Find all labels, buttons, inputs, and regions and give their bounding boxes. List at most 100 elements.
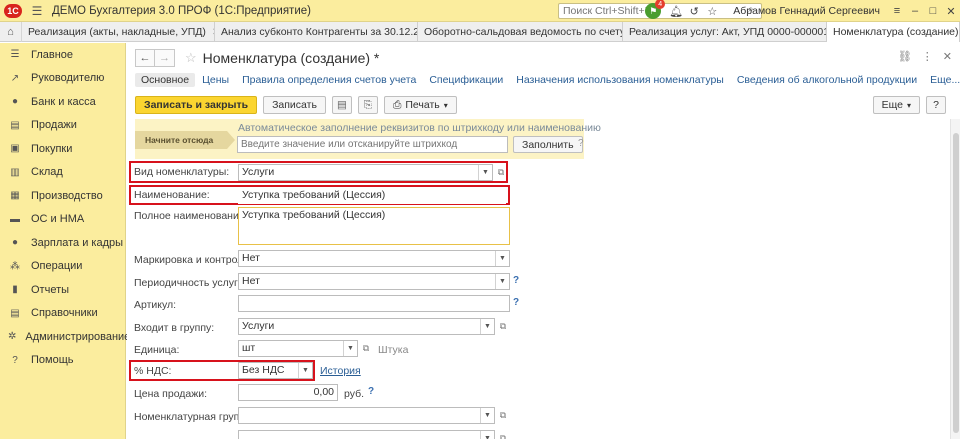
more-button[interactable]: Еще ▾ — [872, 96, 920, 114]
sidebar-item-operations[interactable]: ⁂ Операции — [0, 255, 125, 279]
periodicity-help-icon[interactable]: ? — [513, 275, 519, 286]
price-help-icon[interactable]: ? — [368, 386, 374, 397]
chevron-down-icon[interactable]: ▼ — [298, 363, 312, 378]
link-prices[interactable]: Цены — [202, 74, 229, 86]
menu-icon[interactable]: ☰ — [26, 0, 48, 22]
price-label: Цена продажи: — [134, 388, 208, 400]
chevron-down-icon[interactable]: ▼ — [480, 431, 494, 439]
app-logo: 1С — [0, 0, 26, 22]
sidebar-item-salary[interactable]: ● Зарплата и кадры — [0, 231, 125, 255]
group-field[interactable]: Услуги ▼ — [238, 318, 495, 335]
close-icon[interactable]: ✕ — [942, 0, 960, 22]
sidebar-item-label: Администрирование — [25, 330, 131, 343]
notifications-icon[interactable]: ⚑ 4 — [645, 0, 666, 19]
sidebar-item-warehouse[interactable]: ▥ Склад — [0, 161, 125, 185]
maximize-icon[interactable]: □ — [924, 0, 942, 22]
fill-button[interactable]: Заполнить — [513, 136, 583, 153]
nomgroup-field[interactable]: ▼ — [238, 407, 495, 424]
close-form-icon[interactable]: ✕ — [943, 50, 952, 63]
chevron-down-icon[interactable]: ▼ — [343, 341, 357, 356]
list-icon[interactable]: ▤ — [331, 96, 352, 114]
link-icon[interactable]: ⛓ — [898, 50, 912, 63]
tab-sales[interactable]: Реализация (акты, накладные, УПД)✕ — [22, 22, 215, 42]
barcode-help-icon[interactable]: ? — [578, 138, 584, 149]
save-button[interactable]: Записать — [263, 96, 326, 114]
open-icon[interactable]: ⧉ — [494, 164, 508, 181]
link-main[interactable]: Основное — [135, 73, 196, 87]
scrollbar-thumb[interactable] — [953, 133, 959, 433]
minimize-icon[interactable]: – — [906, 0, 924, 22]
history-link[interactable]: История — [320, 365, 361, 377]
marking-field[interactable]: Нет ▼ — [238, 250, 510, 267]
open-icon[interactable]: ⧉ — [496, 430, 510, 439]
favorite-icon[interactable]: ☆ — [703, 0, 721, 22]
user-name[interactable]: Абрамов Геннадий Сергеевич — [733, 5, 880, 17]
sidebar-item-manager[interactable]: ↗ Руководителю — [0, 67, 125, 91]
favorite-star-icon[interactable]: ☆ — [185, 50, 197, 66]
home-icon[interactable]: ⌂ — [0, 22, 22, 42]
tab-label: Реализация (акты, накладные, УПД) — [28, 26, 206, 38]
chevron-down-icon[interactable]: ▼ — [495, 251, 509, 266]
more-label: Еще — [881, 99, 903, 111]
print-button[interactable]: ⎙ Печать ▾ — [383, 96, 457, 114]
sidebar-item-production[interactable]: ▦ Производство — [0, 184, 125, 208]
sidebar-item-assets[interactable]: ▬ ОС и НМА — [0, 208, 125, 232]
unit-name: Штука — [378, 344, 409, 356]
open-icon[interactable]: ⧉ — [496, 318, 510, 335]
back-button[interactable]: ← — [135, 49, 155, 67]
history-icon[interactable]: ↺ — [685, 0, 703, 22]
chevron-down-icon[interactable]: ▼ — [478, 165, 492, 180]
chevron-down-icon[interactable]: ▼ — [480, 408, 494, 423]
link-accounts-rules[interactable]: Правила определения счетов учета — [242, 74, 416, 86]
name-field[interactable]: Уступка требований (Цессия) — [238, 187, 506, 204]
tab-sales-doc[interactable]: Реализация услуг: Акт, УПД 0000-000001 о… — [623, 22, 827, 42]
attachment-icon[interactable]: ⎘ — [357, 96, 378, 114]
next-field[interactable]: ▼ — [238, 430, 495, 439]
link-more-label: Еще... — [930, 74, 960, 86]
unit-field[interactable]: шт ▼ — [238, 340, 358, 357]
save-and-close-button[interactable]: Записать и закрыть — [135, 96, 258, 114]
sidebar-item-admin[interactable]: ✲ Администрирование — [0, 325, 130, 349]
open-icon[interactable]: ⧉ — [496, 407, 510, 424]
sidebar-item-reports[interactable]: ▮ Отчеты — [0, 278, 125, 302]
group-label: Входит в группу: — [134, 322, 215, 334]
article-help-icon[interactable]: ? — [513, 297, 519, 308]
sidebar-item-label: Помощь — [31, 354, 74, 367]
periodicity-field[interactable]: Нет ▼ — [238, 273, 510, 290]
sidebar-item-bank[interactable]: ● Банк и касса — [0, 90, 125, 114]
assets-icon: ▬ — [10, 213, 20, 225]
more-icon[interactable]: ⋮ — [922, 50, 933, 63]
sidebar-item-purchases[interactable]: ▣ Покупки — [0, 137, 125, 161]
sidebar-item-main[interactable]: ☰ Главное — [0, 43, 125, 67]
print-label: Печать — [405, 99, 440, 111]
scrollbar[interactable] — [950, 119, 960, 439]
forward-button[interactable]: → — [155, 49, 175, 67]
chevron-down-icon: ▾ — [443, 100, 448, 110]
bell-icon[interactable]: 🔔︎ — [667, 0, 685, 22]
sidebar-item-sales[interactable]: ▤ Продажи — [0, 114, 125, 138]
tab-analysis[interactable]: Анализ субконто Контрагенты за 30.12.20.… — [215, 22, 418, 42]
article-field[interactable] — [238, 295, 510, 312]
tab-osv[interactable]: Оборотно-сальдовая ведомость по счету ..… — [418, 22, 623, 42]
settings-icon[interactable]: ≡ — [888, 0, 906, 22]
sidebar-item-label: Руководителю — [31, 72, 105, 85]
link-alcohol[interactable]: Сведения об алкогольной продукции — [737, 74, 917, 86]
price-field[interactable]: 0,00 — [238, 384, 338, 401]
sidebar-item-catalogs[interactable]: ▤ Справочники — [0, 302, 125, 326]
full-name-field[interactable]: Уступка требований (Цессия) — [238, 207, 510, 245]
link-specifications[interactable]: Спецификации — [429, 74, 503, 86]
sidebar: ☰ Главное ↗ Руководителю ● Банк и касса ▤ Пр… — [0, 43, 130, 439]
chevron-down-icon[interactable]: ▼ — [495, 274, 509, 289]
barcode-input[interactable] — [237, 136, 508, 153]
help-icon: ? — [12, 354, 18, 366]
tab-nomenclature[interactable]: Номенклатура (создание) *✕ — [827, 22, 960, 42]
vat-field[interactable]: Без НДС ▼ — [238, 362, 313, 379]
help-button[interactable]: ? — [926, 96, 946, 114]
chevron-down-icon[interactable]: ▼ — [480, 319, 494, 334]
name-value: Уступка требований (Цессия) — [242, 189, 386, 201]
link-more[interactable]: Еще... ▾ — [930, 74, 960, 86]
kind-field[interactable]: Услуги ▼ — [238, 164, 493, 181]
sidebar-item-help[interactable]: ? Помощь — [0, 349, 125, 373]
open-icon[interactable]: ⧉ — [359, 340, 373, 357]
link-usage[interactable]: Назначения использования номенклатуры — [516, 74, 724, 86]
